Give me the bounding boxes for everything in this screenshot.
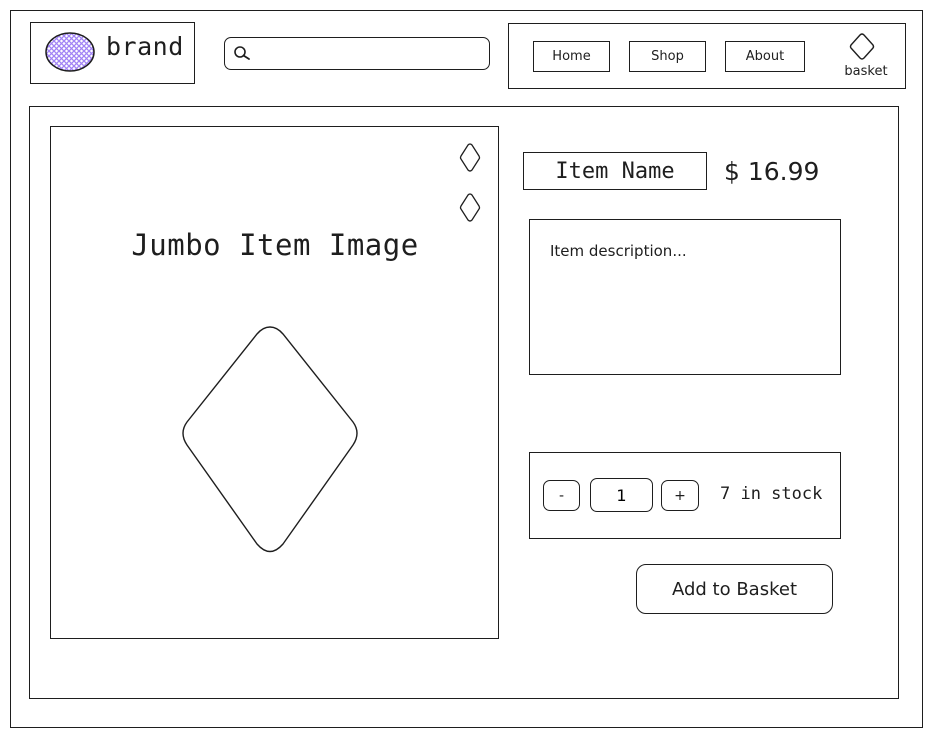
quantity-increment-button[interactable]: + [661,480,699,511]
thumbnail-diamond-icon[interactable] [457,191,483,225]
nav-home-button[interactable]: Home [533,41,610,72]
nav-about-button[interactable]: About [725,41,805,72]
add-to-basket-button[interactable]: Add to Basket [636,564,833,614]
nav-shop-button[interactable]: Shop [629,41,706,72]
stock-count: 7 in stock [720,484,823,504]
search-icon [234,46,250,60]
image-placeholder-diamond-icon [182,326,358,553]
product-description: Item description... [550,242,687,260]
product-image-title: Jumbo Item Image [131,228,419,262]
search-input[interactable] [256,40,484,66]
brand-name[interactable]: brand [106,32,184,61]
basket-label[interactable]: basket [836,64,896,79]
basket-icon[interactable] [846,31,878,63]
hatched-circle-logo [45,32,95,72]
product-price: $ 16.99 [724,156,820,186]
quantity-decrement-button[interactable]: - [543,480,580,511]
product-name: Item Name [523,152,707,190]
thumbnail-diamond-icon[interactable] [457,141,483,175]
quantity-input[interactable] [590,478,653,512]
